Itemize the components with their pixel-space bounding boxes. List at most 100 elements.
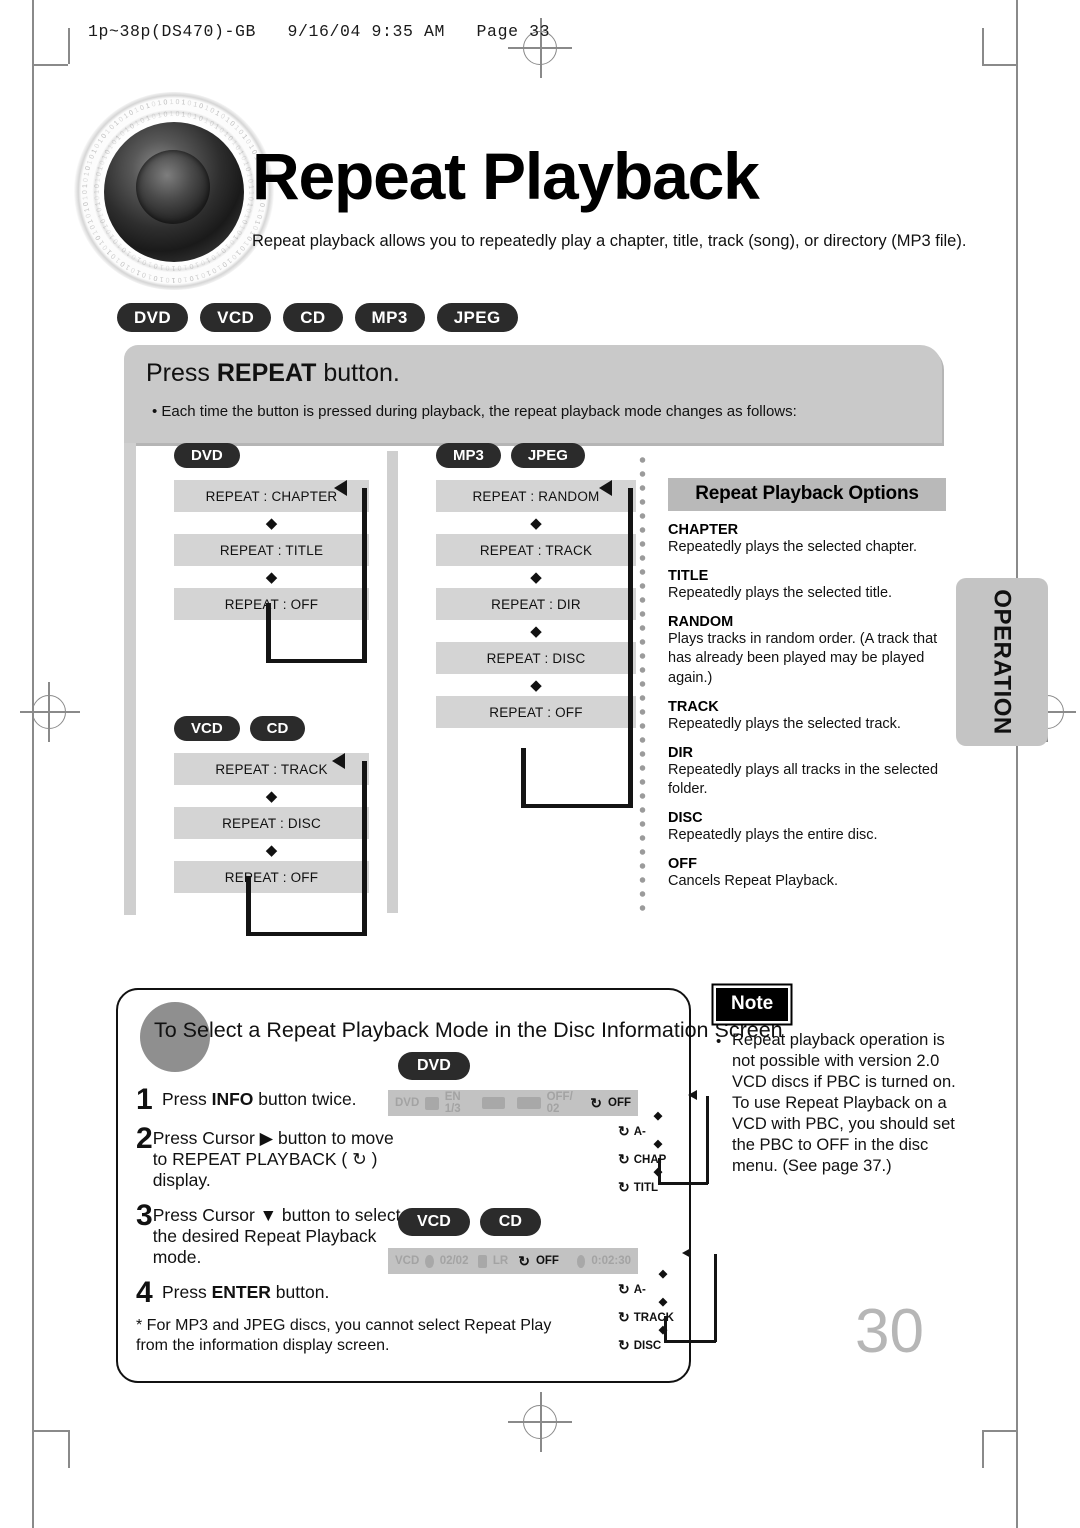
step-text-part: Press (162, 1089, 212, 1109)
flow-node: REPEAT : DISC (436, 642, 636, 674)
flow-arrow-down-icon: ◆ (265, 568, 278, 586)
flow-arrow-down-icon: ◆ (265, 787, 278, 805)
vcd-bar-audio: LR (492, 1255, 509, 1267)
dvd-repeat-menu: ◆ ↻ A- ◆ ↻ CHAP ◆ ↻ TITL (618, 1111, 698, 1196)
flowchart-dvd: DVD REPEAT : CHAPTER ◆ REPEAT : TITLE ◆ REPE… (174, 443, 369, 663)
flowchart-dvd-badges: DVD (174, 443, 369, 468)
option-term: CHAPTER (668, 522, 739, 538)
flow-arrow-down-icon: ◆ (530, 622, 542, 640)
vcd-bar-time: 0:02:30 (591, 1255, 631, 1267)
crop-mark-right-vertical (1016, 0, 1018, 1528)
option-description: Repeatedly plays the entire disc. (668, 827, 878, 843)
procedure-footnote: * For MP3 and JPEG discs, you cannot sel… (136, 1317, 552, 1354)
step-text: Press INFO button twice. (162, 1086, 357, 1115)
flow-divider-dotted (639, 453, 646, 913)
digital-audio-icon (482, 1097, 506, 1109)
step-number: 2 (136, 1121, 153, 1155)
step-text-strong: INFO (211, 1089, 254, 1109)
flow-node: REPEAT : TITLE (174, 534, 369, 566)
disc-badge-cd: CD (479, 1208, 541, 1236)
flow-badge-cd: CD (249, 716, 306, 741)
flow-arrow-down-icon: ◆ (265, 514, 278, 532)
option-term: DIR (668, 744, 693, 761)
clock-icon (576, 1254, 586, 1268)
crop-mark-bottom-left-v (68, 1430, 70, 1468)
note-text: • Repeat playback operation is not possi… (716, 1030, 966, 1177)
repeat-icon-small: ↻ (618, 1151, 630, 1167)
procedure-title: To Select a Repeat Playback Mode in the … (154, 1018, 783, 1042)
step-text-part: Press (162, 1281, 212, 1302)
procedure-step: 1 Press INFO button twice. (136, 1085, 406, 1115)
flow-divider-middle (387, 451, 398, 913)
flow-node: REPEAT : OFF (174, 861, 369, 893)
section-tab-operation: OPERATION (956, 578, 1048, 746)
format-badge-jpeg: JPEG (436, 303, 518, 332)
option-description: Repeatedly plays all tracks in the selec… (668, 761, 939, 797)
crop-mark-bottom-left (32, 1430, 68, 1432)
press-repeat-title: Press REPEAT button. (146, 359, 400, 388)
crop-mark-top-right (982, 64, 1016, 66)
press-title-pre: Press (146, 359, 217, 387)
step-text-part: button. (270, 1281, 330, 1302)
vcd-repeat-menu: ◆ ↻ A- ◆ ↻ TRACK ◆ ↻ DISC (618, 1268, 708, 1354)
flow-arrow-down-icon: ◆ (530, 514, 542, 532)
step-text: Press Cursor ▼ button to select the desi… (153, 1202, 406, 1269)
crop-mark-bottom-right-v (982, 1430, 984, 1468)
flow-node: REPEAT : DISC (174, 807, 369, 839)
vcd-bar-type: VCD (395, 1255, 420, 1267)
format-badge-mp3: MP3 (354, 303, 425, 332)
press-title-strong: REPEAT (216, 359, 317, 387)
print-slug: 1p~38p(DS470)-GB 9/16/04 9:35 AM Page 33 (88, 22, 551, 41)
repeat-icon-small: ↻ (618, 1179, 630, 1195)
repeat-icon-small: ↻ (618, 1123, 630, 1139)
flowchart-mp3-jpeg: MP3 JPEG REPEAT : RANDOM ◆ REPEAT : TRACK ◆ R… (436, 443, 636, 808)
flow-node: REPEAT : TRACK (436, 534, 636, 566)
menu-arrow-down-icon: ◆ (658, 1324, 668, 1336)
menu-arrow-down-icon: ◆ (653, 1166, 663, 1178)
menu-arrow-down-icon: ◆ (653, 1138, 663, 1150)
note-bullet-icon: • (716, 1033, 722, 1050)
options-list: CHAPTER Repeatedly plays the selected cha… (668, 522, 946, 891)
step-text-part: button twice. (253, 1089, 357, 1109)
registration-mark-left (32, 695, 66, 729)
flowchart-dvd-nodes: REPEAT : CHAPTER ◆ REPEAT : TITLE ◆ REPEAT :… (174, 480, 369, 620)
procedure-step: 2 Press Cursor ▶ button to move to REPEAT… (136, 1121, 406, 1192)
option-term: OFF (668, 856, 697, 873)
step-text: Press ENTER button. (162, 1279, 329, 1308)
procedure-steps: 1 Press INFO button twice. 2 Press Cursor ▶… (136, 1085, 406, 1317)
crop-mark-top-left (32, 64, 68, 66)
subtitle-icon (425, 1096, 439, 1110)
flowchart-vcd-cd-badges: VCD CD (174, 716, 369, 741)
repeat-icon-vcd: ↻ (518, 1252, 530, 1269)
step-number: 4 (136, 1275, 153, 1309)
repeat-icon-small: ↻ (618, 1309, 630, 1325)
dvd-bar-repeat: OFF (608, 1097, 631, 1109)
flowchart-vcd-cd: VCD CD REPEAT : TRACK ◆ REPEAT : DISC ◆ REPEA… (174, 716, 369, 936)
note-badge: Note (716, 988, 789, 1021)
repeat-menu-label: TITL (633, 1181, 659, 1194)
disc-icon (425, 1254, 434, 1268)
flow-node: REPEAT : TRACK (174, 753, 369, 785)
flowchart-mp3-jpeg-nodes: REPEAT : RANDOM ◆ REPEAT : TRACK ◆ REPEAT : … (436, 480, 636, 728)
crop-mark-top-left-v (68, 28, 70, 64)
repeat-icon-small: ↻ (618, 1281, 630, 1297)
dvd-bar-audio: OFF/ 02 (546, 1091, 573, 1115)
vcd-info-bar: VCD 02/02 LR ↻ OFF 0:02:30 (388, 1248, 638, 1274)
angle-icon (517, 1097, 541, 1109)
press-repeat-bullet: • Each time the button is pressed during… (152, 403, 797, 420)
repeat-menu-label: A- (633, 1283, 646, 1296)
flow-node: REPEAT : OFF (174, 588, 369, 620)
step-text-part: Press Cursor ▼ button to select the desi… (152, 1204, 401, 1268)
manual-page: 1p~38p(DS470)-GB 9/16/04 9:35 AM Page 33… (0, 0, 1080, 1528)
section-tab-label: OPERATION (989, 589, 1016, 735)
step-text-strong: ENTER (211, 1281, 271, 1302)
menu-arrow-down-icon: ◆ (658, 1268, 668, 1280)
option-term: TITLE (668, 568, 709, 585)
flow-node: REPEAT : CHAPTER (174, 480, 369, 512)
step-text: Press Cursor ▶ button to move to REPEAT … (153, 1125, 406, 1192)
flow-node: REPEAT : OFF (436, 696, 636, 728)
flow-badge-jpeg: JPEG (510, 443, 585, 468)
speaker-icon: 0101010101010101010101010101010101010101… (74, 92, 274, 290)
repeat-menu-label: TRACK (633, 1311, 674, 1324)
menu-arrow-down-icon: ◆ (658, 1296, 668, 1308)
